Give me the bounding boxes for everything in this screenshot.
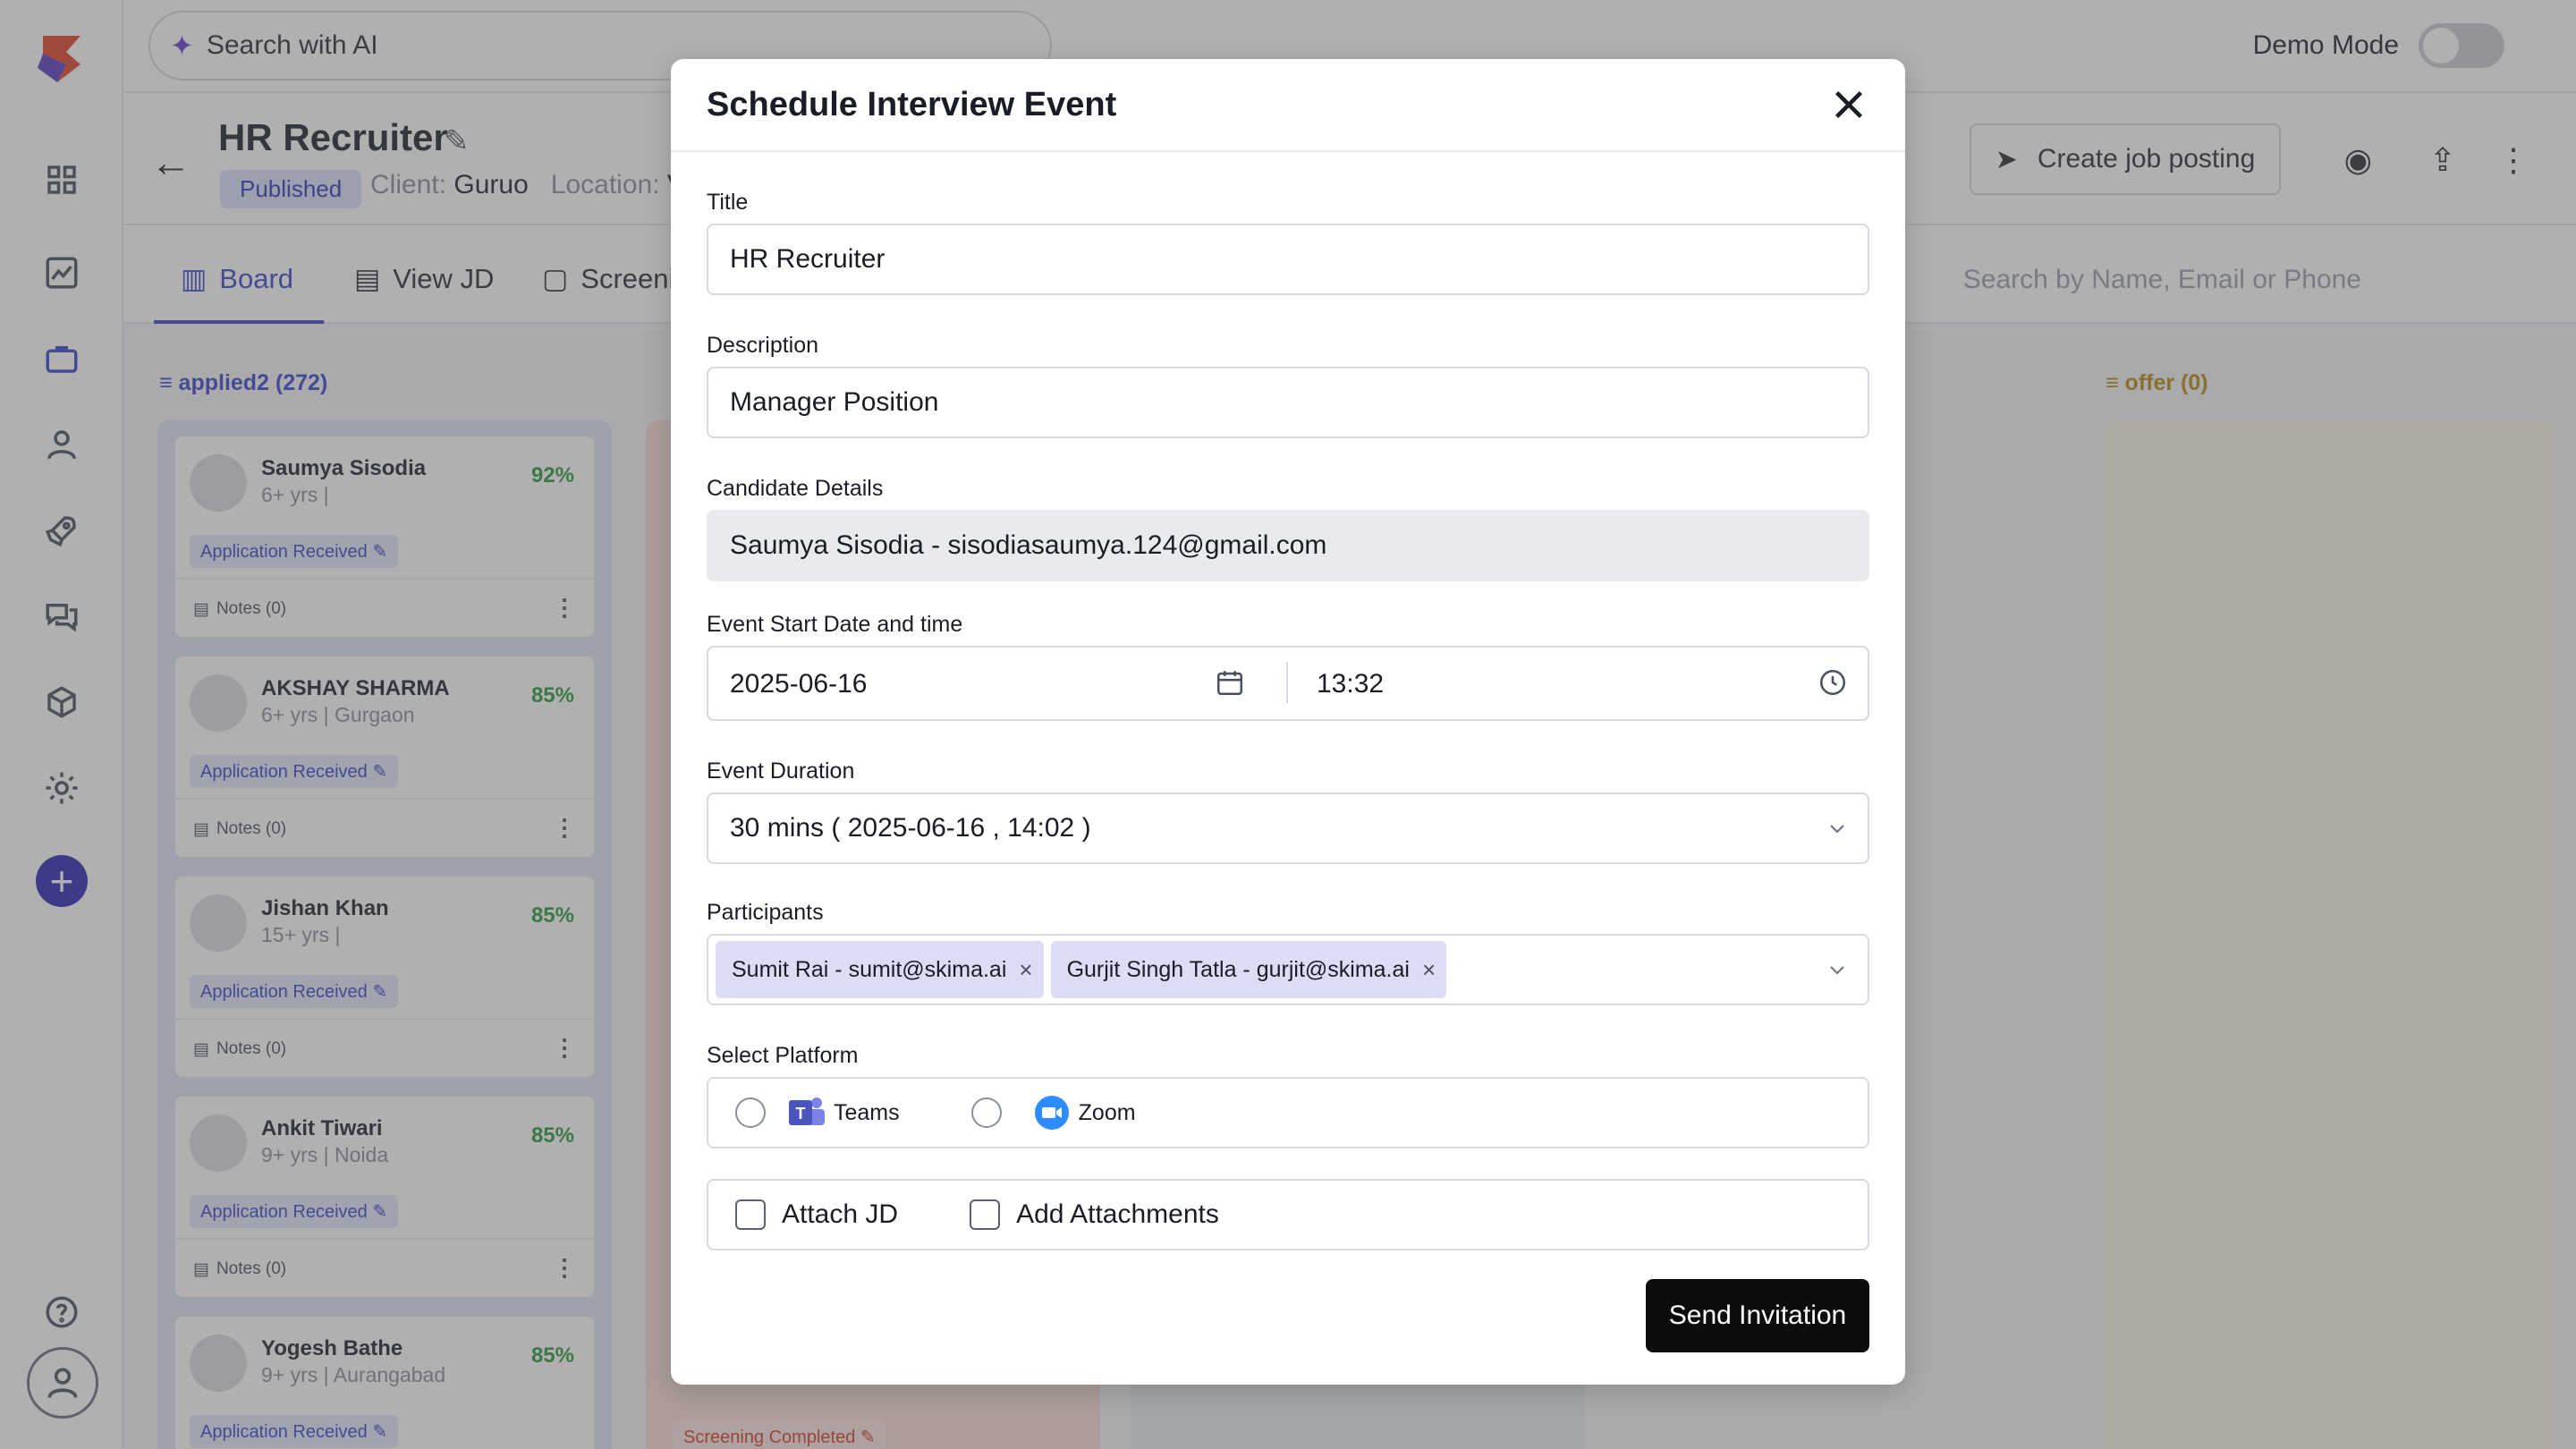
attach-jd-label: Attach JD <box>782 1199 899 1229</box>
title-input[interactable]: HR Recruiter <box>707 224 1869 295</box>
platform-options: T Teams Zoom <box>707 1077 1869 1148</box>
title-label: Title <box>707 190 749 215</box>
chevron-down-icon <box>1830 825 1844 834</box>
schedule-interview-modal: Schedule Interview Event Title HR Recrui… <box>671 59 1905 1385</box>
modal-header: Schedule Interview Event <box>671 59 1905 152</box>
add-attachments-checkbox[interactable] <box>970 1199 1001 1230</box>
date-time-divider <box>1286 662 1288 703</box>
teams-radio[interactable] <box>735 1097 766 1128</box>
candidate-details-field: Saumya Sisodia - sisodiasaumya.124@gmail… <box>707 510 1869 581</box>
participants-label: Participants <box>707 900 824 925</box>
start-time-input[interactable]: 13:32 <box>1317 669 1384 699</box>
zoom-label: Zoom <box>1078 1099 1136 1125</box>
modal-title: Schedule Interview Event <box>707 86 1117 123</box>
calendar-icon[interactable] <box>1215 667 1245 698</box>
attach-jd-checkbox[interactable] <box>735 1199 766 1230</box>
participant-chip: Sumit Rai - sumit@skima.ai × <box>716 941 1044 998</box>
start-datetime-label: Event Start Date and time <box>707 612 963 637</box>
duration-label: Event Duration <box>707 758 855 784</box>
description-label: Description <box>707 333 819 358</box>
zoom-icon <box>1034 1096 1069 1130</box>
clock-icon[interactable] <box>1818 667 1848 698</box>
teams-icon: T <box>789 1097 825 1125</box>
participant-chip-label: Sumit Rai - sumit@skima.ai <box>732 956 1007 982</box>
participant-chip-label: Gurjit Singh Tatla - gurjit@skima.ai <box>1066 956 1410 982</box>
participant-chip: Gurjit Singh Tatla - gurjit@skima.ai × <box>1050 941 1447 998</box>
duration-select[interactable]: 30 mins ( 2025-06-16 , 14:02 ) <box>707 792 1869 864</box>
svg-text:T: T <box>796 1105 806 1123</box>
participants-select[interactable]: Sumit Rai - sumit@skima.ai × Gurjit Sing… <box>707 934 1869 1005</box>
attachment-options: Attach JD Add Attachments <box>707 1179 1869 1250</box>
platform-label: Select Platform <box>707 1043 859 1068</box>
start-date-input[interactable]: 2025-06-16 <box>730 669 867 699</box>
add-attachments-label: Add Attachments <box>1016 1199 1219 1229</box>
send-invitation-button[interactable]: Send Invitation <box>1646 1279 1869 1352</box>
start-datetime-field: 2025-06-16 13:32 <box>707 646 1869 721</box>
remove-chip-icon[interactable]: × <box>1422 956 1436 984</box>
description-input[interactable]: Manager Position <box>707 367 1869 438</box>
teams-label: Teams <box>834 1099 900 1125</box>
remove-chip-icon[interactable]: × <box>1019 956 1032 984</box>
zoom-radio[interactable] <box>970 1097 1002 1128</box>
chevron-down-icon <box>1830 966 1844 975</box>
candidate-details-label: Candidate Details <box>707 476 884 501</box>
duration-value: 30 mins ( 2025-06-16 , 14:02 ) <box>730 813 1091 843</box>
close-icon[interactable] <box>1828 84 1869 125</box>
